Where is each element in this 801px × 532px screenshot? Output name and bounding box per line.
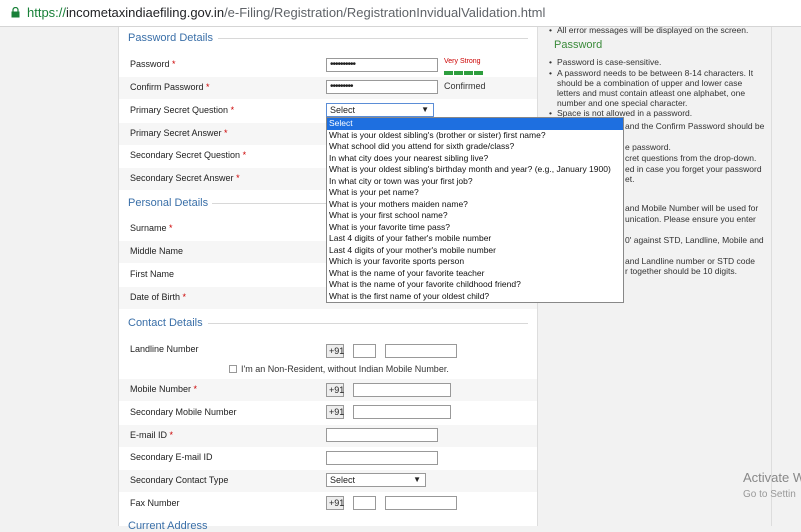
- secret-question-dropdown-list[interactable]: Select What is your oldest sibling's (br…: [326, 117, 624, 303]
- secondary-mobile-country-code: +91: [326, 405, 344, 419]
- right-scroll-area: [771, 27, 801, 526]
- landline-std-input[interactable]: [353, 344, 376, 358]
- email-label: E-mail ID *: [130, 430, 174, 440]
- help-item: All error messages will be displayed on …: [549, 25, 767, 35]
- help-item: and Landline number or STD code: [617, 256, 765, 266]
- section-current-address: Current Address: [128, 520, 208, 532]
- row-fax: Fax Number +91: [119, 493, 537, 515]
- mobile-label: Mobile Number *: [130, 384, 198, 394]
- help-title-password: Password: [554, 39, 603, 51]
- help-item: r together should be 10 digits.: [617, 266, 765, 276]
- row-secondary-mobile: Secondary Mobile Number +91: [119, 402, 537, 424]
- help-item: and the Confirm Password should be: [617, 121, 765, 131]
- dropdown-option[interactable]: What is the name of your favorite teache…: [327, 268, 623, 280]
- secondary-email-label: Secondary E-mail ID: [130, 452, 213, 462]
- help-item: 0' against STD, Landline, Mobile and: [617, 235, 765, 245]
- help-item: unication. Please ensure you enter: [617, 214, 765, 224]
- address-bar[interactable]: https://incometaxindiaefiling.gov.in/e-F…: [0, 0, 801, 27]
- dropdown-option[interactable]: Select: [327, 118, 623, 130]
- dropdown-option[interactable]: What is your mothers maiden name?: [327, 199, 623, 211]
- primary-question-select[interactable]: Select ▼: [326, 103, 434, 117]
- password-confirmed-text: Confirmed: [444, 81, 486, 91]
- password-input[interactable]: ••••••••••: [326, 58, 438, 72]
- middle-name-label: Middle Name: [130, 246, 184, 256]
- divider: [218, 38, 528, 39]
- landline-country-code: +91: [326, 344, 344, 358]
- dropdown-option[interactable]: What is your first school name?: [327, 210, 623, 222]
- email-input[interactable]: [326, 428, 438, 442]
- password-strength-label: Very Strong: [444, 58, 481, 65]
- dropdown-option[interactable]: In what city or town was your first job?: [327, 176, 623, 188]
- dropdown-option[interactable]: Which is your favorite sports person: [327, 256, 623, 268]
- primary-answer-label: Primary Secret Answer *: [130, 128, 228, 138]
- section-title: Contact Details: [128, 317, 203, 329]
- url-text[interactable]: https://incometaxindiaefiling.gov.in/e-F…: [27, 5, 545, 20]
- help-item: A password needs to be between 8-14 char…: [549, 68, 767, 108]
- dropdown-option[interactable]: What is the first name of your oldest ch…: [327, 291, 623, 303]
- confirm-password-input[interactable]: •••••••••: [326, 80, 438, 94]
- mobile-country-code: +91: [326, 383, 344, 397]
- chevron-down-icon: ▼: [421, 105, 429, 114]
- chevron-down-icon: ▼: [413, 475, 421, 484]
- surname-label: Surname *: [130, 223, 173, 233]
- fax-number-input[interactable]: [385, 496, 457, 510]
- section-title: Password Details: [128, 32, 213, 44]
- url-domain: incometaxindiaefiling.gov.in: [66, 5, 225, 20]
- secondary-answer-label: Secondary Secret Answer *: [130, 173, 240, 183]
- landline-number-input[interactable]: [385, 344, 457, 358]
- password-label: Password *: [130, 59, 176, 69]
- dropdown-option[interactable]: What is your pet name?: [327, 187, 623, 199]
- section-password-details: Password Details: [128, 32, 528, 44]
- help-item: Password is case-sensitive.: [549, 57, 767, 67]
- row-landline: Landline Number +91: [119, 339, 537, 365]
- help-item: et.: [617, 174, 765, 184]
- mobile-input[interactable]: [353, 383, 451, 397]
- section-contact-details: Contact Details: [128, 317, 528, 329]
- row-secondary-email: Secondary E-mail ID: [119, 447, 537, 469]
- password-strength-meter: [444, 67, 484, 77]
- row-secondary-contact-type: Secondary Contact Type Select ▼: [119, 470, 537, 492]
- row-mobile: Mobile Number * +91: [119, 379, 537, 401]
- landline-label: Landline Number: [130, 344, 199, 354]
- dropdown-option[interactable]: What is the name of your favorite childh…: [327, 279, 623, 291]
- dropdown-option[interactable]: Last 4 digits of your mother's mobile nu…: [327, 245, 623, 257]
- fax-std-input[interactable]: [353, 496, 376, 510]
- fax-country-code: +91: [326, 496, 344, 510]
- help-item: e password.: [617, 142, 765, 152]
- windows-activation-subtext: Go to Settin: [743, 489, 796, 500]
- confirm-password-label: Confirm Password *: [130, 82, 210, 92]
- dropdown-option[interactable]: What is your favorite time pass?: [327, 222, 623, 234]
- secondary-contact-type-select[interactable]: Select ▼: [326, 473, 426, 487]
- dob-label: Date of Birth *: [130, 292, 187, 302]
- non-resident-checkbox[interactable]: [229, 365, 237, 373]
- dropdown-option[interactable]: Last 4 digits of your father's mobile nu…: [327, 233, 623, 245]
- dropdown-option[interactable]: In what city does your nearest sibling l…: [327, 153, 623, 165]
- secondary-mobile-input[interactable]: [353, 405, 451, 419]
- dropdown-option[interactable]: What school did you attend for sixth gra…: [327, 141, 623, 153]
- secondary-question-label: Secondary Secret Question *: [130, 150, 247, 160]
- primary-question-label: Primary Secret Question *: [130, 105, 235, 115]
- non-resident-label: I'm an Non-Resident, without Indian Mobi…: [241, 364, 449, 374]
- section-title: Personal Details: [128, 197, 209, 209]
- windows-activation-watermark: Activate W: [743, 470, 801, 485]
- lock-icon: [11, 7, 20, 18]
- secondary-email-input[interactable]: [326, 451, 438, 465]
- secondary-mobile-label: Secondary Mobile Number: [130, 407, 237, 417]
- help-item: and Mobile Number will be used for: [617, 203, 765, 213]
- url-scheme: https://: [27, 5, 67, 20]
- dropdown-option[interactable]: What is your oldest sibling's birthday m…: [327, 164, 623, 176]
- row-email: E-mail ID *: [119, 425, 537, 447]
- first-name-label: First Name: [130, 269, 175, 279]
- help-item: cret questions from the drop-down.: [617, 153, 765, 163]
- help-item: ed in case you forget your password: [617, 164, 765, 174]
- secondary-contact-type-label: Secondary Contact Type: [130, 475, 229, 485]
- url-path: /e-Filing/Registration/RegistrationInvid…: [224, 5, 546, 20]
- dropdown-option[interactable]: What is your oldest sibling's (brother o…: [327, 130, 623, 142]
- divider: [208, 323, 528, 324]
- fax-label: Fax Number: [130, 498, 180, 508]
